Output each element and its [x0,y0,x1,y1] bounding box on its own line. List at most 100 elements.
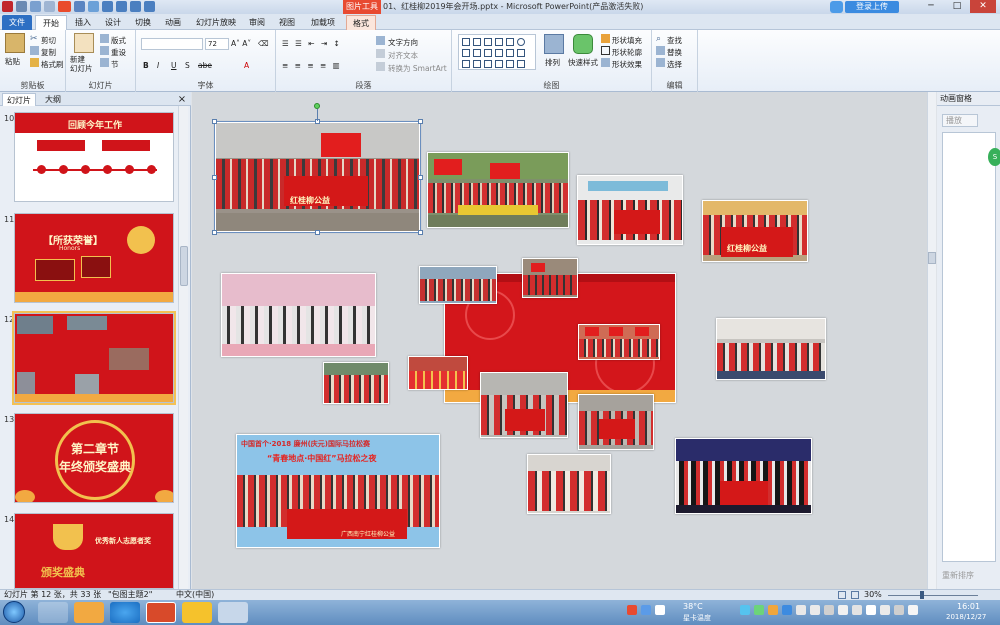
tab-transitions[interactable]: 切换 [130,15,156,30]
grow-font-icon[interactable]: A˄ A˅ [231,39,251,48]
underline-button[interactable]: U [171,61,177,70]
clock-time[interactable]: 16:01 [957,602,980,611]
device-tray-icon[interactable] [810,605,820,615]
minimize-button[interactable]: ─ [918,0,944,13]
marathon-poster[interactable]: 中国首个·2018 廉州(庆元)国际马拉松赛 “青春地点·中国红”马拉松之夜 广… [236,434,440,548]
slide-thumbnail-11[interactable]: 【所获荣誉】 Honors [14,213,174,303]
powerpoint-task-icon[interactable] [146,602,176,623]
tools-icon[interactable] [144,1,155,12]
photo-small-flags[interactable] [522,258,578,298]
slide-canvas[interactable]: 红桂柳公益 红桂柳公益 中国首个·2018 廉州(庆元)国际马拉松赛 “青春地点… [192,92,927,589]
font-size-combo[interactable]: 72 [205,38,229,50]
resize-handle[interactable] [418,119,423,124]
paste-icon[interactable] [5,33,25,53]
play-animation-button[interactable]: 播放 [942,114,978,127]
slide-thumbnail-13[interactable]: 第二章节 年终颁奖盛典 [14,413,174,503]
scrollbar-thumb[interactable] [928,252,936,264]
folder-window-icon[interactable] [218,602,248,623]
quick-styles-button[interactable]: 快速样式 [568,57,598,68]
wechat-tray-icon[interactable] [754,605,764,615]
keyboard-icon[interactable] [116,1,127,12]
tab-home[interactable]: 开始 [35,15,67,30]
tab-design[interactable]: 设计 [100,15,126,30]
tab-view[interactable]: 视图 [274,15,300,30]
slide-thumbnail-12[interactable] [12,311,176,405]
tab-file[interactable]: 文件 [2,15,32,30]
app-tray-icon[interactable] [768,605,778,615]
photo-flags-crowd[interactable] [578,324,660,360]
smartart-icon[interactable] [376,62,385,71]
resize-handle[interactable] [212,175,217,180]
tab-slides[interactable]: 幻灯片 [2,93,36,106]
resize-handle[interactable] [315,230,320,235]
antivirus-tray-icon[interactable] [782,605,792,615]
layout-button[interactable]: 版式 [111,35,126,46]
photo-pink-stage[interactable] [221,273,376,357]
maximize-button[interactable]: □ [944,0,970,13]
tab-format[interactable]: 格式 [346,15,376,30]
slide-thumbnail-10[interactable]: 回顾今年工作 [14,112,174,202]
copy-icon[interactable] [30,46,39,55]
zoom-slider[interactable] [888,595,978,596]
bullets-icon[interactable]: ☰ ☰ ⇤ ⇥ ↕ [282,39,342,48]
mic-icon[interactable] [102,1,113,12]
zoom-slider-thumb[interactable] [920,591,924,599]
speaker-tray-icon[interactable] [866,605,876,615]
tab-review[interactable]: 审阅 [244,15,270,30]
arrange-button[interactable]: 排列 [545,57,560,68]
font-name-combo[interactable] [141,38,203,50]
text-direction-button[interactable]: 文字方向 [388,37,418,48]
animation-list[interactable] [942,132,996,562]
photo-flags-street[interactable] [408,356,468,390]
replace-icon[interactable] [656,46,665,55]
canvas-scrollbar[interactable] [927,92,936,589]
select-button[interactable]: 选择 [667,59,682,70]
align-text-button[interactable]: 对齐文本 [388,50,418,61]
battery-tray-icon[interactable] [824,605,834,615]
chat-tray-icon[interactable] [796,605,806,615]
language[interactable]: 中文(中国) [176,590,214,600]
emoji-icon[interactable] [88,1,99,12]
tab-addins[interactable]: 加载项 [306,15,340,30]
tab-slideshow[interactable]: 幻灯片放映 [193,15,239,30]
sorter-view-icon[interactable] [851,591,859,599]
save-icon[interactable] [16,1,27,12]
close-button[interactable]: ✕ [970,0,996,13]
shadow-button[interactable]: S [185,61,190,70]
photo-garden-group[interactable] [323,362,389,404]
resize-handle[interactable] [212,230,217,235]
format-painter-icon[interactable] [30,58,39,67]
photo-meeting-room[interactable] [716,318,826,380]
slide-thumbnail-14[interactable]: 优秀新人志愿者奖 颁奖盛典 [14,513,174,589]
clear-format-icon[interactable]: ⌫ [258,39,269,48]
group-photo-outdoor-flags[interactable] [427,152,569,228]
close-panel-button[interactable]: × [176,93,188,106]
resize-handle[interactable] [418,230,423,235]
bold-button[interactable]: B [143,61,149,70]
photo-banner-indoor[interactable] [577,175,683,245]
ime-lang-icon[interactable] [74,1,85,12]
tab-outline[interactable]: 大纲 [38,93,68,106]
flag-tray-icon[interactable] [838,605,848,615]
volume-tray-icon[interactable] [655,605,665,615]
align-icons[interactable]: ≡ ≡ ≡ ≡ ▥ [282,61,342,70]
ie-icon[interactable] [110,602,140,623]
cut-icon[interactable]: ✂ [30,34,39,44]
arrange-icon[interactable] [544,34,564,54]
network2-tray-icon[interactable] [908,605,918,615]
shapes-gallery[interactable] [458,34,536,70]
find-icon[interactable]: ⌕ [656,34,665,44]
tab-animations[interactable]: 动画 [160,15,186,30]
undo-icon[interactable] [30,1,41,12]
zoom-level[interactable]: 30% [864,590,882,600]
shape-fill-icon[interactable] [601,34,610,43]
strike-button[interactable]: abe [198,61,212,70]
quick-styles-icon[interactable] [573,34,593,54]
replace-button[interactable]: 替换 [667,47,682,58]
section-icon[interactable] [100,58,109,67]
display-tray-icon[interactable] [852,605,862,615]
smartart-button[interactable]: 转换为 SmartArt [388,63,447,74]
copy-button[interactable]: 复制 [41,47,56,58]
font-color-button[interactable]: A [244,61,249,70]
tab-insert[interactable]: 插入 [70,15,96,30]
